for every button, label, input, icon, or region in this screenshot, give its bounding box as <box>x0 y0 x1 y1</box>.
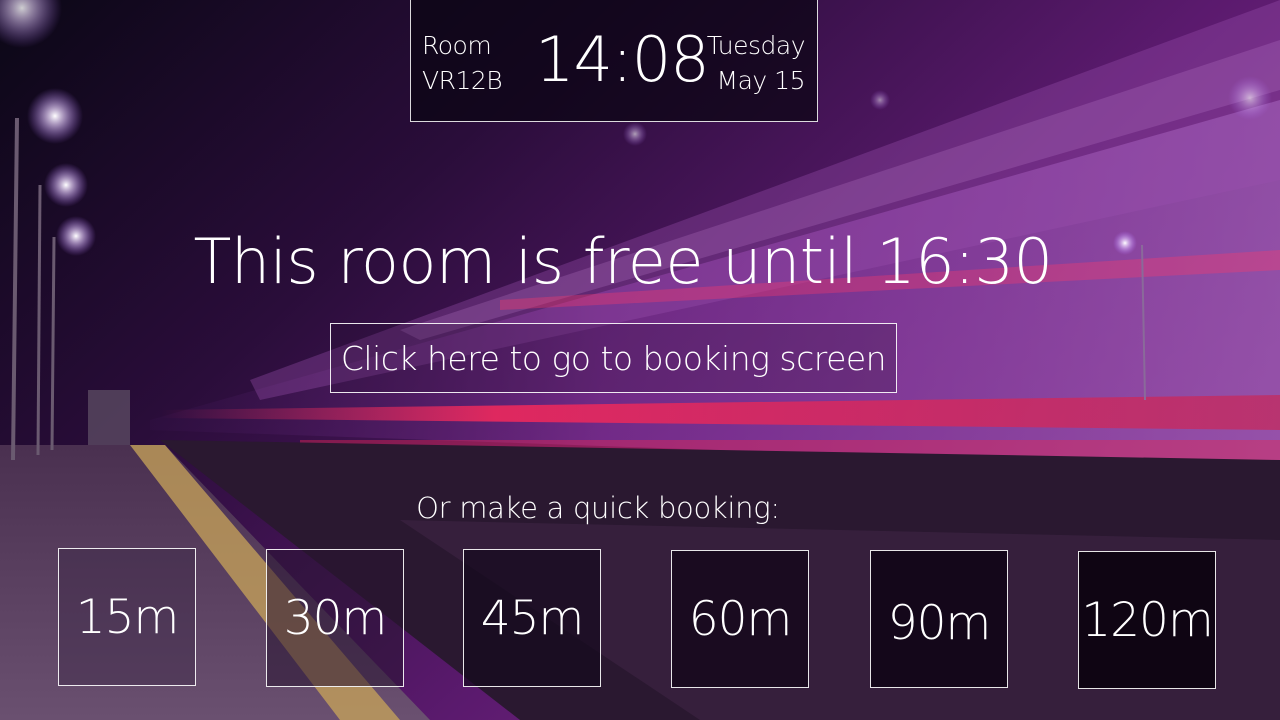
weekday: Tuesday <box>706 31 806 60</box>
quick-book-90m-button[interactable]: 90m <box>870 550 1008 688</box>
room-display-screen: Room VR12B 14:08 Tuesday May 15 This roo… <box>0 0 1280 720</box>
room-clock-header: Room VR12B 14:08 Tuesday May 15 <box>410 0 818 122</box>
quick-book-45m-button[interactable]: 45m <box>463 549 601 687</box>
quick-booking-label: Or make a quick booking: <box>416 491 780 525</box>
room-status-message: This room is free until 16:30 <box>193 225 1053 298</box>
quick-book-60m-button[interactable]: 60m <box>671 550 809 688</box>
quick-book-30m-button[interactable]: 30m <box>266 549 404 687</box>
room-name: VR12B <box>422 66 503 95</box>
quick-book-120m-button[interactable]: 120m <box>1078 551 1216 689</box>
current-date: Tuesday May 15 <box>706 28 806 98</box>
go-to-booking-screen-button[interactable]: Click here to go to booking screen <box>330 323 897 393</box>
room-info: Room VR12B <box>422 28 503 98</box>
room-label: Room <box>422 31 492 60</box>
current-time: 14:08 <box>535 23 710 96</box>
date: May 15 <box>716 66 806 95</box>
quick-book-15m-button[interactable]: 15m <box>58 548 196 686</box>
